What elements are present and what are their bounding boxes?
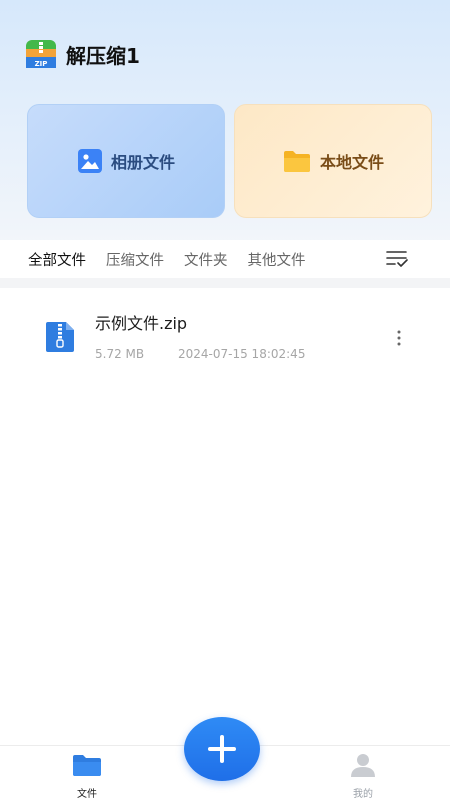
user-icon — [351, 754, 375, 777]
file-filter-tabs: 全部文件 压缩文件 文件夹 其他文件 — [0, 240, 450, 278]
add-button[interactable] — [184, 717, 260, 781]
folder-icon — [283, 151, 310, 172]
image-icon — [77, 149, 102, 173]
folder-icon — [73, 755, 101, 776]
more-vertical-icon[interactable] — [392, 328, 406, 348]
svg-text:ZIP: ZIP — [35, 60, 48, 68]
album-files-card[interactable]: 相册文件 — [27, 104, 225, 218]
nav-files-tab[interactable]: 文件 — [62, 752, 112, 800]
file-list-item[interactable]: 示例文件.zip 5.72 MB 2024-07-15 18:02:45 — [0, 300, 450, 370]
zip-file-icon — [46, 322, 74, 352]
nav-files-label: 文件 — [77, 789, 97, 800]
file-date: 2024-07-15 18:02:45 — [178, 347, 306, 361]
tab-folders[interactable]: 文件夹 — [184, 249, 228, 270]
album-files-label: 相册文件 — [110, 153, 175, 172]
plus-icon — [208, 735, 236, 763]
nav-mine-label: 我的 — [353, 789, 373, 800]
sort-list-check-icon[interactable] — [386, 250, 408, 268]
tab-all-files[interactable]: 全部文件 — [28, 249, 86, 270]
local-files-label: 本地文件 — [319, 153, 384, 172]
zip-app-logo-icon: ZIP — [26, 40, 56, 68]
file-size: 5.72 MB — [95, 347, 145, 361]
tab-other-files[interactable]: 其他文件 — [248, 249, 306, 270]
local-files-card[interactable]: 本地文件 — [234, 104, 432, 218]
tab-compressed-files[interactable]: 压缩文件 — [106, 249, 164, 270]
app-title: 解压缩1 — [66, 43, 140, 68]
section-divider — [0, 278, 450, 288]
app-header: ZIP 解压缩1 — [26, 40, 140, 68]
nav-mine-tab[interactable]: 我的 — [338, 752, 388, 800]
file-name: 示例文件.zip — [95, 314, 188, 333]
